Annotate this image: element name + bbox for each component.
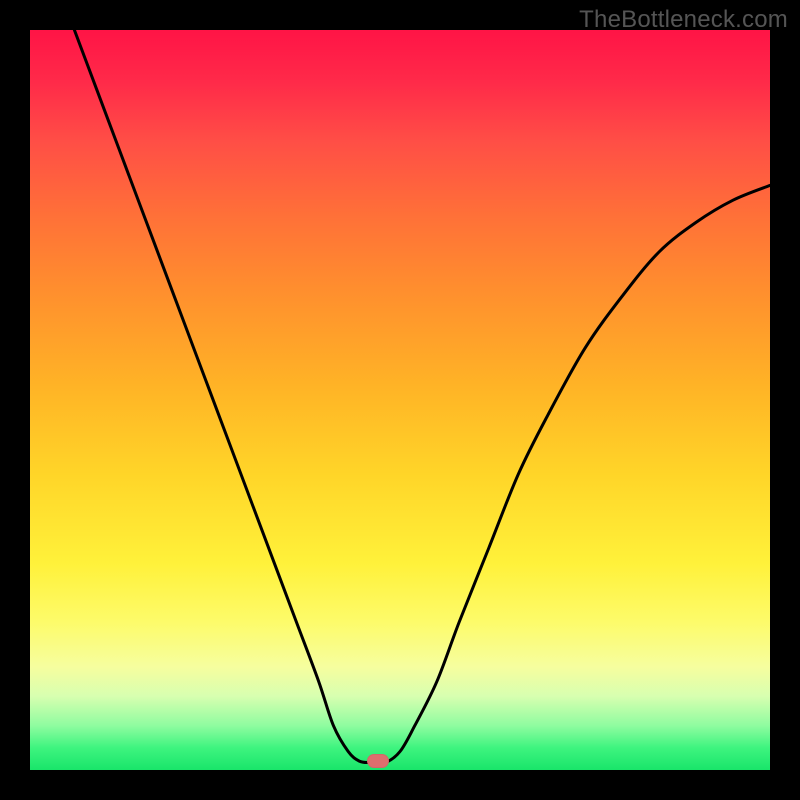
plot-area: [30, 30, 770, 770]
chart-root: TheBottleneck.com: [0, 0, 800, 800]
bottleneck-curve: [30, 30, 770, 770]
optimal-point-marker: [367, 754, 389, 768]
watermark-text: TheBottleneck.com: [579, 6, 788, 34]
